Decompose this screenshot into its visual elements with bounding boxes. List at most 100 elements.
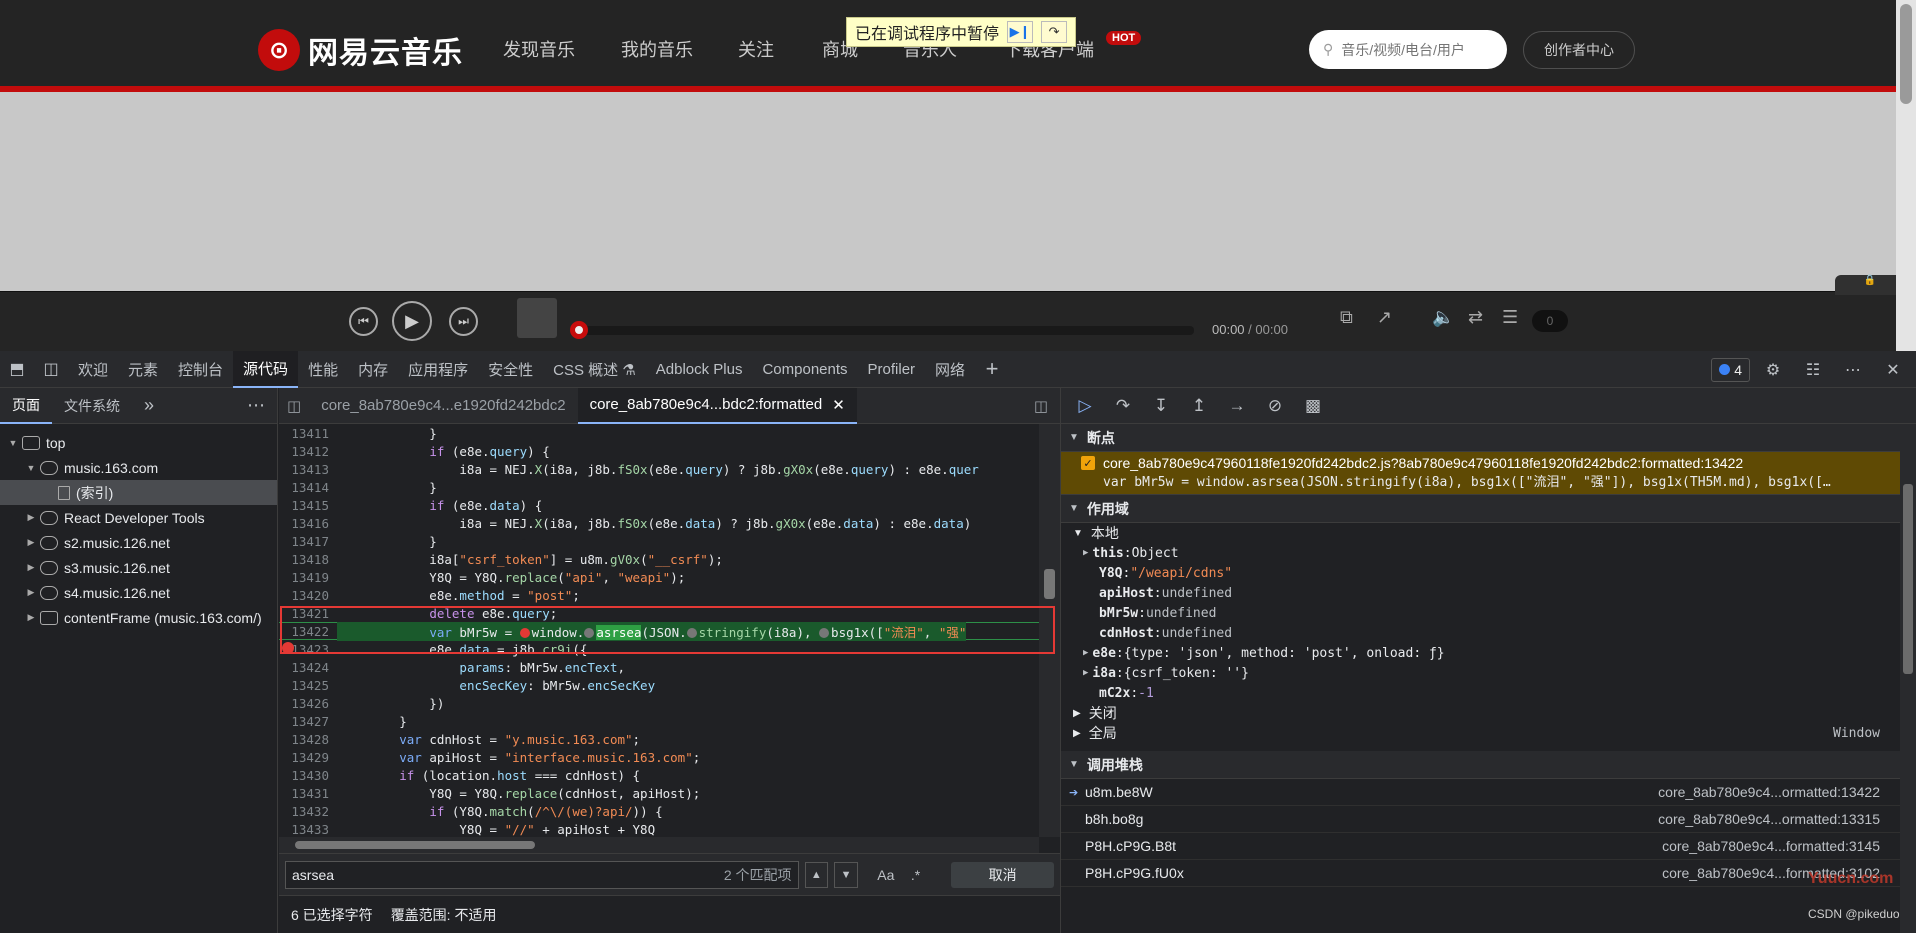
debugger-scrollbar[interactable] — [1900, 424, 1916, 933]
call-frame-location[interactable]: core_8ab780e9c4...formatted:3145 — [1662, 838, 1880, 854]
collapsed-arrow-icon[interactable]: ▶ — [24, 512, 38, 523]
playlist-icon[interactable]: ☰ — [1502, 307, 1518, 328]
tab-filesystem[interactable]: 文件系统 — [52, 388, 132, 424]
editor-tab-core[interactable]: core_8ab780e9c4...e1920fd242bdc2 — [309, 388, 577, 424]
step-icon[interactable]: → — [1223, 392, 1251, 420]
tree-item[interactable]: ▼ top — [0, 430, 277, 455]
collapsed-arrow-icon[interactable]: ▶ — [24, 537, 38, 548]
collapsed-arrow-icon[interactable]: ▶ — [24, 562, 38, 573]
tab-performance[interactable]: 性能 — [298, 351, 348, 388]
lock-icon[interactable]: 🔒 — [1835, 275, 1905, 295]
expand-arrow-icon[interactable]: ▶ — [1083, 548, 1088, 558]
device-toolbar-icon[interactable]: ◫ — [34, 351, 68, 388]
line-number[interactable]: 13419 — [279, 570, 337, 585]
call-frame-location[interactable]: core_8ab780e9c4...ormatted:13315 — [1658, 811, 1880, 827]
toggle-navigator-icon[interactable]: ◫ — [279, 388, 309, 424]
toggle-debugger-icon[interactable]: ◫ — [1022, 388, 1060, 424]
step-over-icon[interactable]: ↷ — [1041, 21, 1068, 43]
tab-console[interactable]: 控制台 — [168, 351, 233, 388]
call-frame[interactable]: P8H.cP9G.B8t core_8ab780e9c4...formatted:… — [1061, 833, 1916, 860]
scope-variable[interactable]: Y8Q: "/weapi/cdns" — [1061, 563, 1916, 583]
scope-variable[interactable]: mC2x: -1 — [1061, 683, 1916, 703]
scope-variable[interactable]: ▶ i8a: {csrf_token: ''} — [1061, 663, 1916, 683]
line-number[interactable]: 13418 — [279, 552, 337, 567]
breakpoints-header[interactable]: ▼ 断点 — [1061, 424, 1916, 452]
resume-icon[interactable]: ▷ — [1071, 392, 1099, 420]
scope-global[interactable]: ▶ 全局 Window — [1061, 723, 1916, 743]
inspect-element-icon[interactable]: ⬒ — [0, 351, 34, 388]
expanded-arrow-icon[interactable]: ▼ — [6, 438, 20, 448]
site-logo[interactable]: ⊙ 网易云音乐 — [258, 28, 463, 72]
call-frame[interactable]: b8h.bo8g core_8ab780e9c4...ormatted:13315 — [1061, 806, 1916, 833]
more-tabs-icon[interactable]: » — [132, 388, 166, 424]
callstack-header[interactable]: ▼ 调用堆栈 — [1061, 751, 1916, 779]
shuffle-icon[interactable]: ⇄ — [1468, 307, 1483, 328]
call-frame[interactable]: u8m.be8W core_8ab780e9c4...ormatted:13422 — [1061, 779, 1916, 806]
progress-knob[interactable] — [570, 321, 588, 339]
breakpoint-checkbox[interactable]: ✓ — [1081, 456, 1095, 470]
add-tab-icon[interactable]: + — [975, 351, 1009, 388]
scope-closure[interactable]: ▶ 关闭 — [1061, 703, 1916, 723]
scope-header[interactable]: ▼ 作用域 — [1061, 495, 1916, 523]
tab-network[interactable]: 网络 — [925, 351, 975, 388]
tab-css-overview[interactable]: CSS 概述 ⚗ — [543, 351, 646, 388]
scope-variable[interactable]: cdnHost: undefined — [1061, 623, 1916, 643]
collapsed-arrow-icon[interactable]: ▶ — [24, 612, 38, 623]
line-number[interactable]: 13411 — [279, 426, 337, 441]
site-search[interactable]: ⚲ — [1309, 30, 1507, 69]
step-into-icon[interactable]: ↧ — [1147, 392, 1175, 420]
line-number[interactable]: 13417 — [279, 534, 337, 549]
scope-variable[interactable]: apiHost: undefined — [1061, 583, 1916, 603]
match-case-icon[interactable]: Aa — [874, 862, 898, 888]
line-number[interactable]: 13433 — [279, 822, 337, 837]
line-number[interactable]: 13412 — [279, 444, 337, 459]
volume-icon[interactable]: 🔈 — [1432, 307, 1454, 328]
creator-center-button[interactable]: 创作者中心 — [1523, 31, 1635, 69]
previous-icon[interactable]: ⏮ — [349, 307, 378, 336]
line-number[interactable]: 13430 — [279, 768, 337, 783]
tab-application[interactable]: 应用程序 — [398, 351, 478, 388]
nav-discover[interactable]: 发现音乐 — [503, 36, 575, 62]
line-number[interactable]: 13420 — [279, 588, 337, 603]
share-icon[interactable]: ↗ — [1377, 307, 1392, 328]
tree-item[interactable]: ▶ React Developer Tools — [0, 505, 277, 530]
line-number[interactable]: 13424 — [279, 660, 337, 675]
tree-item[interactable]: ▶ contentFrame (music.163.com/) — [0, 605, 277, 630]
scope-local[interactable]: ▼ 本地 — [1061, 523, 1916, 543]
scope-variable[interactable]: ▶ e8e: {type: 'json', method: 'post', on… — [1061, 643, 1916, 663]
line-number[interactable]: 13429 — [279, 750, 337, 765]
resume-icon[interactable]: ▶❙ — [1007, 21, 1034, 43]
album-cover[interactable] — [517, 298, 557, 338]
nav-follow[interactable]: 关注 — [738, 36, 774, 62]
line-number[interactable]: 13425 — [279, 678, 337, 693]
next-match-icon[interactable]: ▼ — [834, 861, 858, 888]
tree-item[interactable]: ▶ s3.music.126.net — [0, 555, 277, 580]
tab-elements[interactable]: 元素 — [118, 351, 168, 388]
cancel-search-button[interactable]: 取消 — [951, 861, 1054, 888]
settings-icon[interactable]: ⚙ — [1756, 351, 1790, 388]
collect-icon[interactable]: ⧉ — [1340, 307, 1353, 328]
scope-variable[interactable]: bMr5w: undefined — [1061, 603, 1916, 623]
tab-welcome[interactable]: 欢迎 — [68, 351, 118, 388]
scope-variable[interactable]: ▶ this: Object — [1061, 543, 1916, 563]
tree-item[interactable]: ▶ s4.music.126.net — [0, 580, 277, 605]
line-number[interactable]: 13431 — [279, 786, 337, 801]
line-number[interactable]: 13428 — [279, 732, 337, 747]
call-frame[interactable]: P8H.cP9G.fU0x core_8ab780e9c4...formatted… — [1061, 860, 1916, 887]
find-field[interactable]: 2 个匹配项 — [285, 860, 799, 889]
line-number[interactable]: 13427 — [279, 714, 337, 729]
line-number[interactable]: 13413 — [279, 462, 337, 477]
tree-item[interactable]: ▼ music.163.com — [0, 455, 277, 480]
regex-icon[interactable]: .* — [904, 862, 928, 888]
tab-security[interactable]: 安全性 — [478, 351, 543, 388]
tab-memory[interactable]: 内存 — [348, 351, 398, 388]
feedback-icon[interactable]: ☷ — [1796, 351, 1830, 388]
tab-profiler[interactable]: Profiler — [858, 351, 926, 388]
call-frame-location[interactable]: core_8ab780e9c4...ormatted:13422 — [1658, 784, 1880, 800]
line-number[interactable]: 13432 — [279, 804, 337, 819]
close-icon[interactable]: ✕ — [1876, 351, 1910, 388]
expand-arrow-icon[interactable]: ▶ — [1083, 668, 1088, 678]
play-icon[interactable]: ▶ — [392, 301, 432, 341]
step-over-icon[interactable]: ↷ — [1109, 392, 1137, 420]
line-number[interactable]: 13414 — [279, 480, 337, 495]
